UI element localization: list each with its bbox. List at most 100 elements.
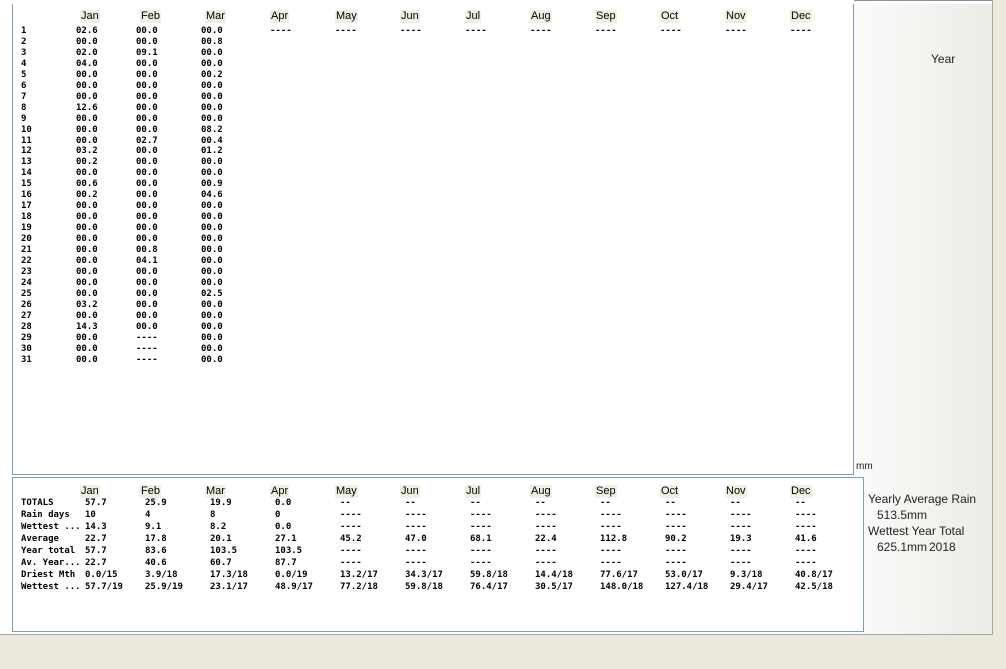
daily-value: 00.0 xyxy=(76,278,98,288)
summary-cell: 57.7/19 xyxy=(85,582,123,592)
summary-cell: 19.3 xyxy=(730,534,752,544)
summary-cell: 127.4/18 xyxy=(665,582,709,592)
daily-value: 00.0 xyxy=(136,311,158,321)
summary-cell: 22.4 xyxy=(535,534,557,544)
summary-cell: ---- xyxy=(470,546,492,556)
day-label: 21 xyxy=(21,245,32,255)
mm-unit-label: mm xyxy=(856,461,873,472)
day-label: 24 xyxy=(21,278,32,288)
month-placeholder: ---- xyxy=(465,26,487,36)
daily-value: 00.0 xyxy=(201,355,223,365)
summary-header-oct: Oct xyxy=(660,485,680,498)
daily-value: 00.0 xyxy=(76,333,98,343)
day-label: 26 xyxy=(21,300,32,310)
summary-header-dec: Dec xyxy=(790,485,812,498)
summary-cell: ---- xyxy=(665,522,687,532)
summary-cell: 40.8/17 xyxy=(795,570,833,580)
daily-value: 02.6 xyxy=(76,26,98,36)
summary-header-aug: Aug xyxy=(530,485,552,498)
summary-cell: -- xyxy=(795,498,806,508)
summary-cell: ---- xyxy=(535,522,557,532)
day-label: 28 xyxy=(21,322,32,332)
daily-value: 00.0 xyxy=(136,179,158,189)
daily-value: 00.0 xyxy=(201,26,223,36)
daily-value: 00.0 xyxy=(76,37,98,47)
summary-cell: ---- xyxy=(665,546,687,556)
daily-value: 00.0 xyxy=(201,81,223,91)
summary-row-label: TOTALS xyxy=(21,498,54,508)
daily-value: 14.3 xyxy=(76,322,98,332)
summary-cell: -- xyxy=(470,498,481,508)
month-header-apr: Apr xyxy=(270,10,290,23)
summary-cell: 42.5/18 xyxy=(795,582,833,592)
day-label: 4 xyxy=(21,59,27,69)
summary-cell: 22.7 xyxy=(85,558,107,568)
summary-cell: 13.2/17 xyxy=(340,570,378,580)
daily-value: ---- xyxy=(136,355,158,365)
daily-value: 00.0 xyxy=(201,48,223,58)
daily-value: ---- xyxy=(136,344,158,354)
month-placeholder: ---- xyxy=(725,26,747,36)
summary-cell: 57.7 xyxy=(85,546,107,556)
daily-value: 00.0 xyxy=(136,114,158,124)
summary-header-may: May xyxy=(335,485,358,498)
summary-cell: ---- xyxy=(795,546,817,556)
daily-value: 00.2 xyxy=(76,190,98,200)
wettest-year-total: 625.1mm xyxy=(877,540,928,554)
summary-cell: ---- xyxy=(665,558,687,568)
day-label: 2 xyxy=(21,37,27,47)
summary-cell: -- xyxy=(405,498,416,508)
summary-cell: 29.4/17 xyxy=(730,582,768,592)
summary-cell: 0.0 xyxy=(275,522,292,532)
day-label: 27 xyxy=(21,311,32,321)
daily-value: 00.0 xyxy=(76,267,98,277)
month-placeholder: ---- xyxy=(595,26,617,36)
daily-value: 00.0 xyxy=(201,267,223,277)
summary-cell: 148.0/18 xyxy=(600,582,644,592)
day-label: 14 xyxy=(21,168,32,178)
summary-cell: 0.0 xyxy=(275,498,292,508)
summary-cell: 20.1 xyxy=(210,534,232,544)
summary-cell: ---- xyxy=(340,546,362,556)
summary-cell: 45.2 xyxy=(340,534,362,544)
daily-value: 02.5 xyxy=(201,289,223,299)
daily-value: 00.0 xyxy=(136,59,158,69)
month-header-dec: Dec xyxy=(790,10,812,23)
summary-cell: -- xyxy=(665,498,676,508)
daily-value: 00.0 xyxy=(201,234,223,244)
summary-cell: ---- xyxy=(340,522,362,532)
daily-value: 00.0 xyxy=(136,278,158,288)
daily-value: 00.0 xyxy=(76,223,98,233)
summary-cell: 83.6 xyxy=(145,546,167,556)
daily-value: ---- xyxy=(136,333,158,343)
month-header-may: May xyxy=(335,10,358,23)
daily-value: 00.0 xyxy=(76,245,98,255)
summary-cell: 60.7 xyxy=(210,558,232,568)
top-divider xyxy=(854,0,992,1)
daily-value: 00.0 xyxy=(201,256,223,266)
daily-value: 00.0 xyxy=(76,70,98,80)
day-label: 6 xyxy=(21,81,27,91)
summary-cell: 14.3 xyxy=(85,522,107,532)
summary-cell: 103.5 xyxy=(210,546,238,556)
summary-cell: ---- xyxy=(795,510,817,520)
summary-cell: -- xyxy=(535,498,546,508)
summary-header-apr: Apr xyxy=(270,485,290,498)
day-label: 16 xyxy=(21,190,32,200)
summary-cell: 40.6 xyxy=(145,558,167,568)
month-placeholder: ---- xyxy=(790,26,812,36)
app-window: Year mm Yearly Average Rain 513.5mm Wett… xyxy=(0,0,993,635)
summary-header-jan: Jan xyxy=(80,485,100,498)
daily-value: 00.0 xyxy=(136,223,158,233)
summary-cell: ---- xyxy=(340,558,362,568)
summary-cell: 22.7 xyxy=(85,534,107,544)
summary-cell: 9.3/18 xyxy=(730,570,763,580)
month-header-oct: Oct xyxy=(660,10,680,23)
daily-value: 00.0 xyxy=(136,157,158,167)
daily-value: 00.0 xyxy=(201,92,223,102)
day-label: 22 xyxy=(21,256,32,266)
summary-cell: 9.1 xyxy=(145,522,162,532)
daily-value: 00.0 xyxy=(76,114,98,124)
daily-value: 00.0 xyxy=(201,114,223,124)
daily-value: 00.0 xyxy=(76,256,98,266)
